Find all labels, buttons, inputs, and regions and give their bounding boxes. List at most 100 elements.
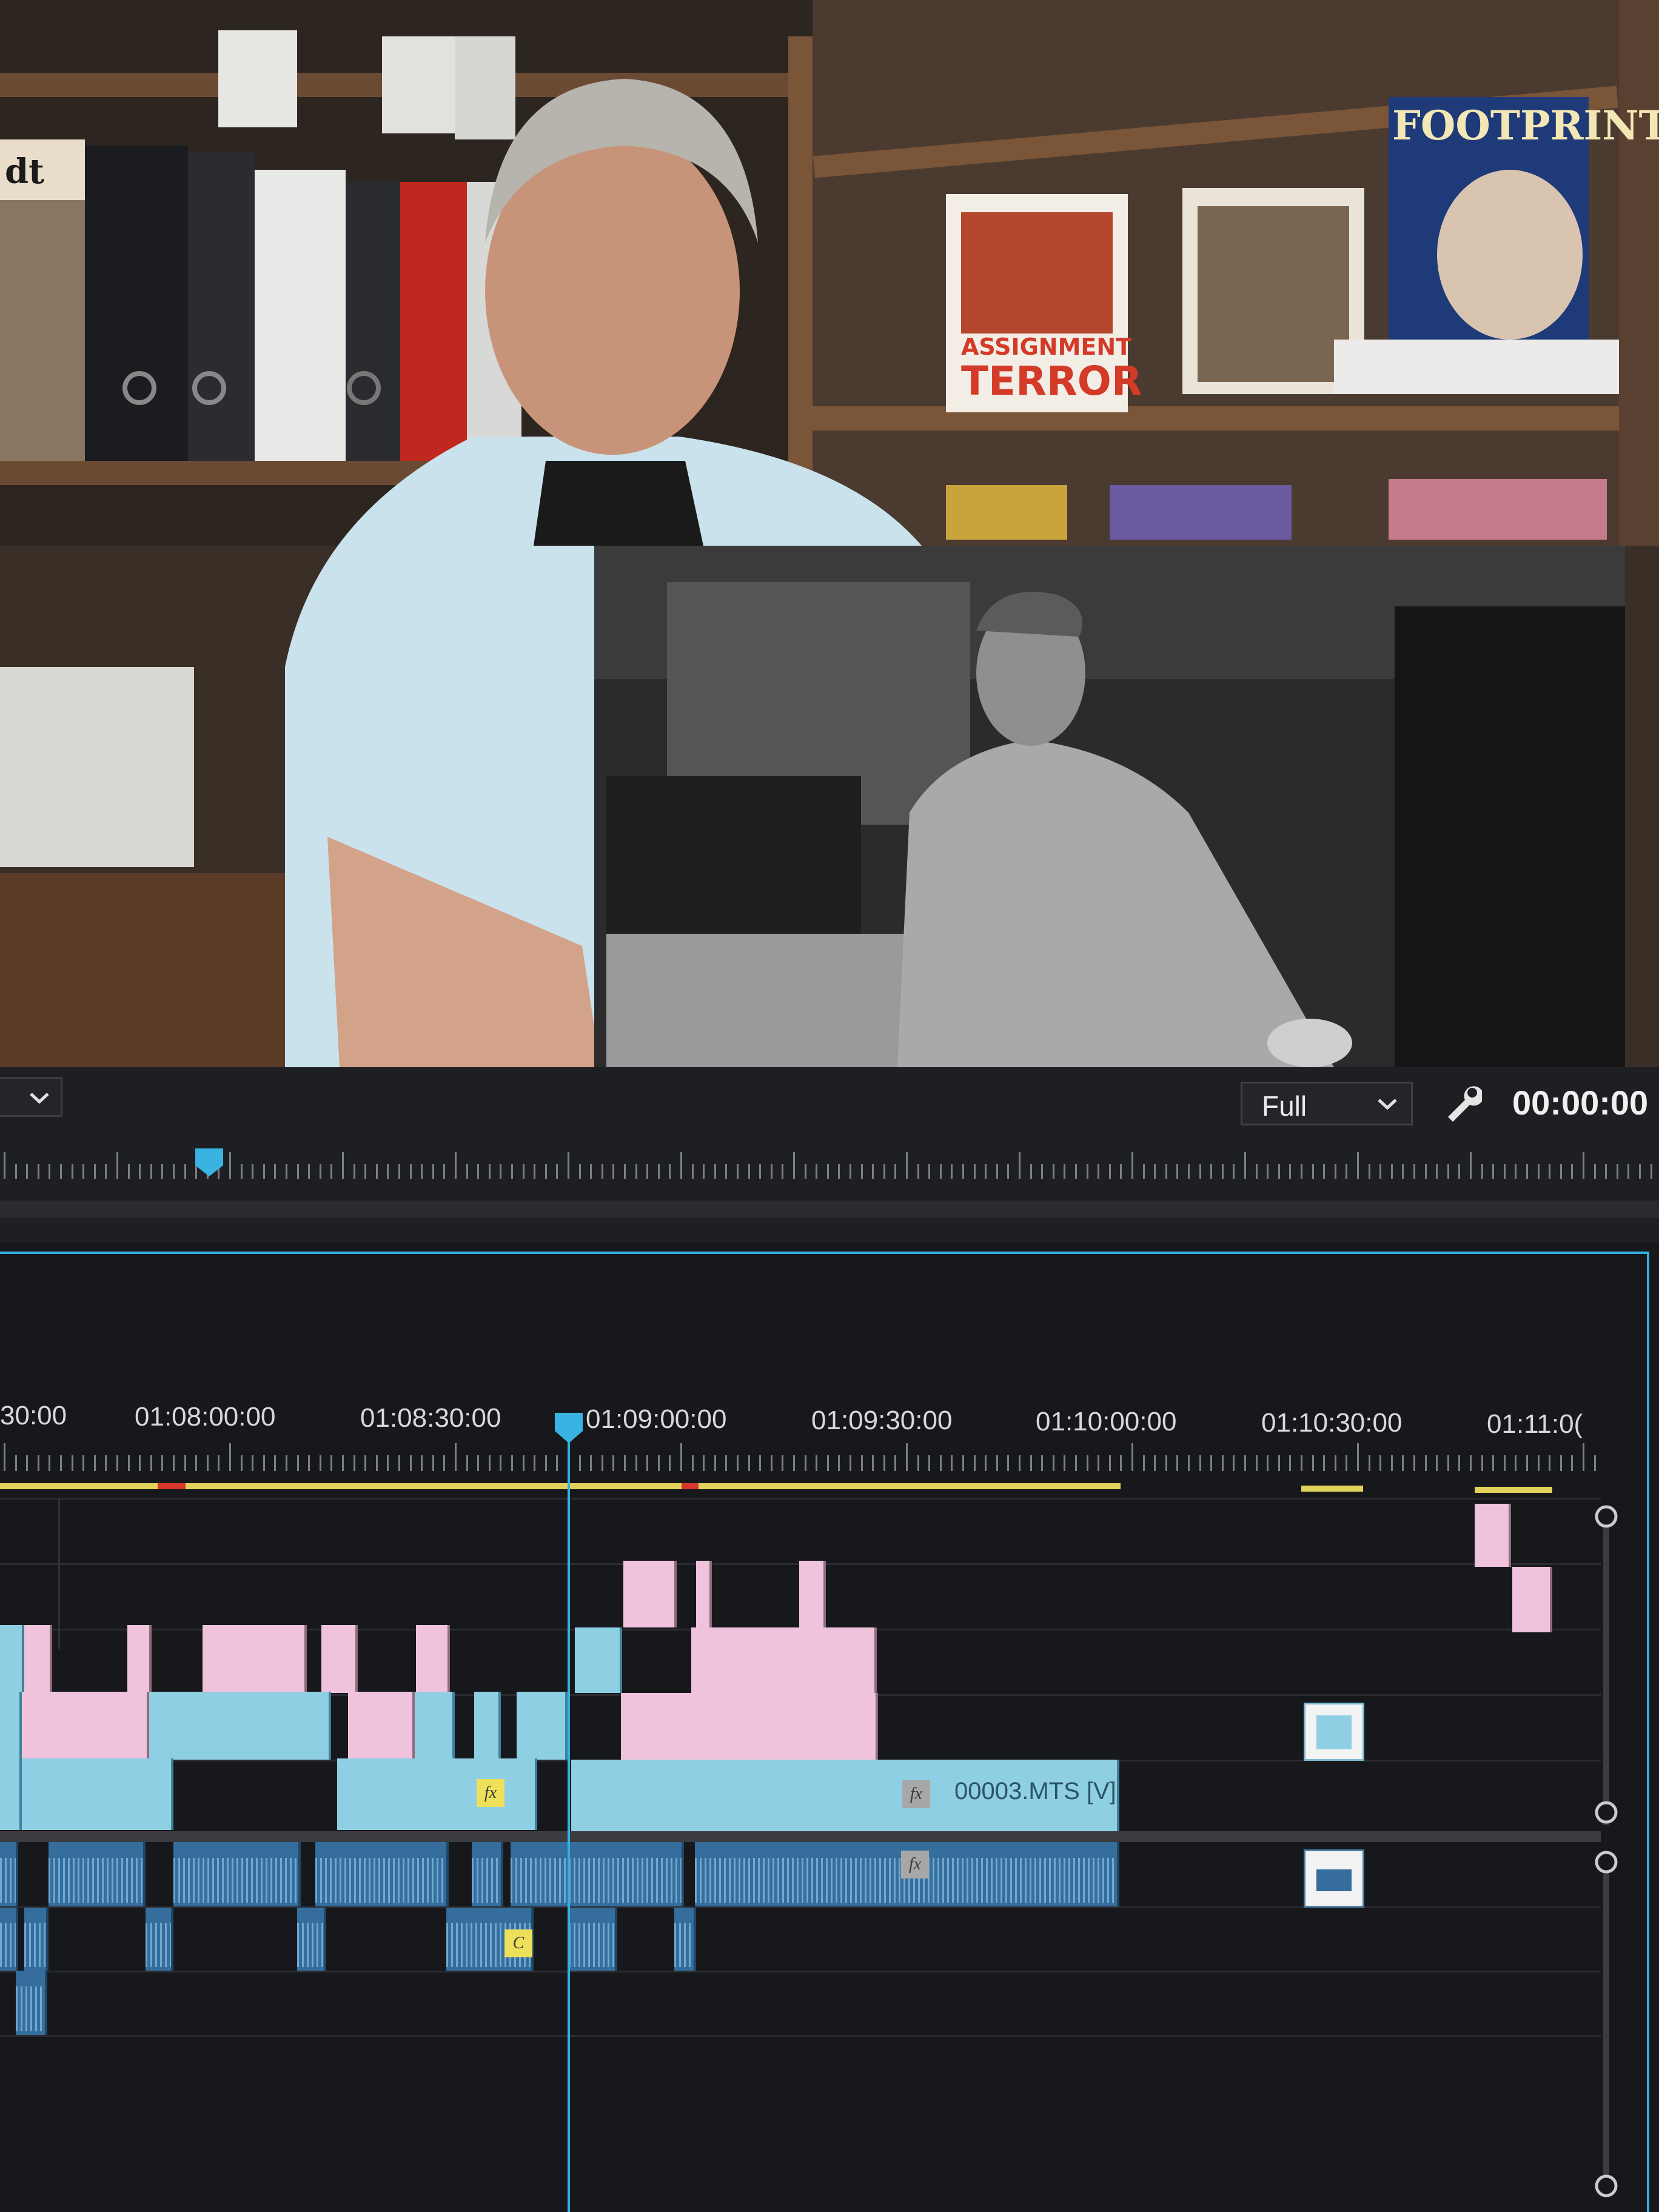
audio-clip[interactable] (146, 1908, 173, 1971)
ruler-tick (1616, 1164, 1618, 1179)
audio-clip[interactable] (674, 1908, 696, 1971)
ruler-tick (37, 1164, 39, 1179)
ruler-tick (240, 1164, 243, 1179)
audio-clip[interactable]: C (446, 1908, 534, 1971)
audio-clip[interactable] (297, 1908, 326, 1971)
ruler-tick (1267, 1455, 1269, 1471)
scroll-handle-top-icon[interactable] (1594, 1504, 1619, 1529)
ruler-tick (229, 1443, 231, 1471)
timeline-clip[interactable] (799, 1561, 826, 1627)
timeline-clip[interactable] (149, 1692, 331, 1760)
ruler-tick (759, 1164, 762, 1179)
audio-transition-marker[interactable] (1304, 1849, 1364, 1908)
ruler-tick (1470, 1152, 1472, 1179)
ruler-tick (534, 1164, 536, 1179)
timeline-clip[interactable] (0, 1758, 22, 1830)
ruler-tick (1131, 1152, 1133, 1179)
ruler-tick (127, 1455, 130, 1471)
ruler-tick (1176, 1455, 1179, 1471)
timeline-clip[interactable] (24, 1625, 52, 1693)
ruler-tick (488, 1164, 491, 1179)
audio-clip[interactable] (569, 1908, 617, 1971)
ruler-tick (139, 1164, 141, 1179)
audio-clip[interactable]: fx (695, 1842, 1119, 1906)
timeline-clip[interactable] (348, 1692, 415, 1760)
ruler-tick (286, 1164, 287, 1179)
ruler-tick (962, 1164, 964, 1179)
ruler-tick (1165, 1164, 1167, 1179)
timeline-clip[interactable] (22, 1692, 149, 1760)
ruler-tick (229, 1152, 231, 1179)
ruler-tick (1064, 1164, 1066, 1179)
zoom-dropdown[interactable]: Full (1241, 1082, 1413, 1125)
audio-clip[interactable] (173, 1842, 301, 1906)
audio-clip[interactable] (49, 1842, 146, 1906)
monitor-left-dropdown[interactable] (0, 1077, 62, 1117)
monitor-scrubber[interactable] (0, 1148, 1659, 1188)
timeline-clip[interactable] (696, 1561, 712, 1627)
clip-name-label: 00003.MTS [V] (954, 1778, 1116, 1805)
timeline-clip[interactable] (1512, 1567, 1552, 1632)
ruler-tick (1526, 1164, 1528, 1179)
timeline-clip[interactable] (416, 1625, 450, 1693)
audio-clip[interactable] (24, 1908, 49, 1971)
scroll-handle-bottom-icon[interactable] (1594, 1800, 1619, 1825)
ruler-tick (838, 1164, 840, 1179)
ruler-tick (1447, 1455, 1449, 1471)
ruler-tick (432, 1164, 434, 1179)
timeline-clip[interactable] (575, 1627, 622, 1693)
ruler-tick (49, 1455, 51, 1471)
audio-clip[interactable] (0, 1908, 18, 1971)
ruler-tick (1142, 1164, 1145, 1179)
wrench-icon[interactable] (1443, 1083, 1482, 1122)
timeline-clip[interactable]: fx (337, 1758, 537, 1830)
transition-marker[interactable] (1304, 1703, 1364, 1761)
scroll-handle-top-icon[interactable] (1594, 1849, 1619, 1875)
timeline-clip[interactable] (127, 1625, 152, 1693)
time-ruler[interactable]: 30:00 01:08:00:00 01:08:30:00 01:09:00:0… (0, 1364, 1601, 1486)
timeline-clip[interactable] (0, 1692, 22, 1760)
timeline-clip[interactable] (203, 1625, 307, 1693)
timeline-clip[interactable] (517, 1692, 568, 1760)
ruler-tick (466, 1455, 468, 1471)
ruler-tick (1346, 1455, 1348, 1471)
timeline-clip[interactable] (691, 1627, 877, 1694)
timeline-clip[interactable] (621, 1693, 878, 1760)
ruler-tick (1221, 1164, 1224, 1179)
audio-clip[interactable] (0, 1842, 18, 1906)
timeline-clip[interactable] (22, 1758, 173, 1830)
ruler-tick (1447, 1164, 1449, 1179)
ruler-tick (1402, 1455, 1404, 1471)
track-zoom-scrollbar[interactable] (1594, 1504, 1619, 1843)
ruler-tick (1481, 1164, 1483, 1179)
audio-clip[interactable] (472, 1842, 503, 1906)
ruler-tick (116, 1455, 118, 1471)
monitor-playhead-icon[interactable] (193, 1146, 226, 1179)
audio-clip[interactable] (315, 1842, 449, 1906)
timeline-clip[interactable] (623, 1561, 677, 1627)
ruler-tick (1526, 1455, 1528, 1471)
fx-badge-icon: C (504, 1929, 532, 1957)
timeline-playhead-icon[interactable] (552, 1410, 585, 1446)
ruler-tick (1052, 1164, 1054, 1179)
ruler-tick (680, 1443, 682, 1471)
timeline-clip[interactable] (1475, 1504, 1511, 1567)
ruler-tick (1199, 1455, 1201, 1471)
audio-clip[interactable] (511, 1842, 684, 1906)
ruler-tick (1470, 1455, 1472, 1471)
scroll-handle-bottom-icon[interactable] (1594, 2173, 1619, 2199)
timeline-clip[interactable] (321, 1625, 358, 1693)
ruler-tick (93, 1455, 96, 1471)
ruler-tick (1413, 1164, 1415, 1179)
audio-zoom-scrollbar[interactable] (1594, 1849, 1619, 2212)
timeline-clip[interactable] (474, 1692, 501, 1760)
ruler-tick (996, 1455, 998, 1471)
timeline-clip[interactable] (415, 1692, 455, 1760)
track-divider (0, 1498, 1601, 1500)
ruler-tick (1086, 1164, 1088, 1179)
ruler-tick (1639, 1164, 1641, 1179)
audio-clip[interactable] (16, 1971, 47, 2035)
timeline-clip[interactable]: fx 00003.MTS [V] (571, 1760, 1119, 1831)
ruler-tick (860, 1164, 863, 1179)
timeline-clip[interactable] (0, 1625, 24, 1693)
